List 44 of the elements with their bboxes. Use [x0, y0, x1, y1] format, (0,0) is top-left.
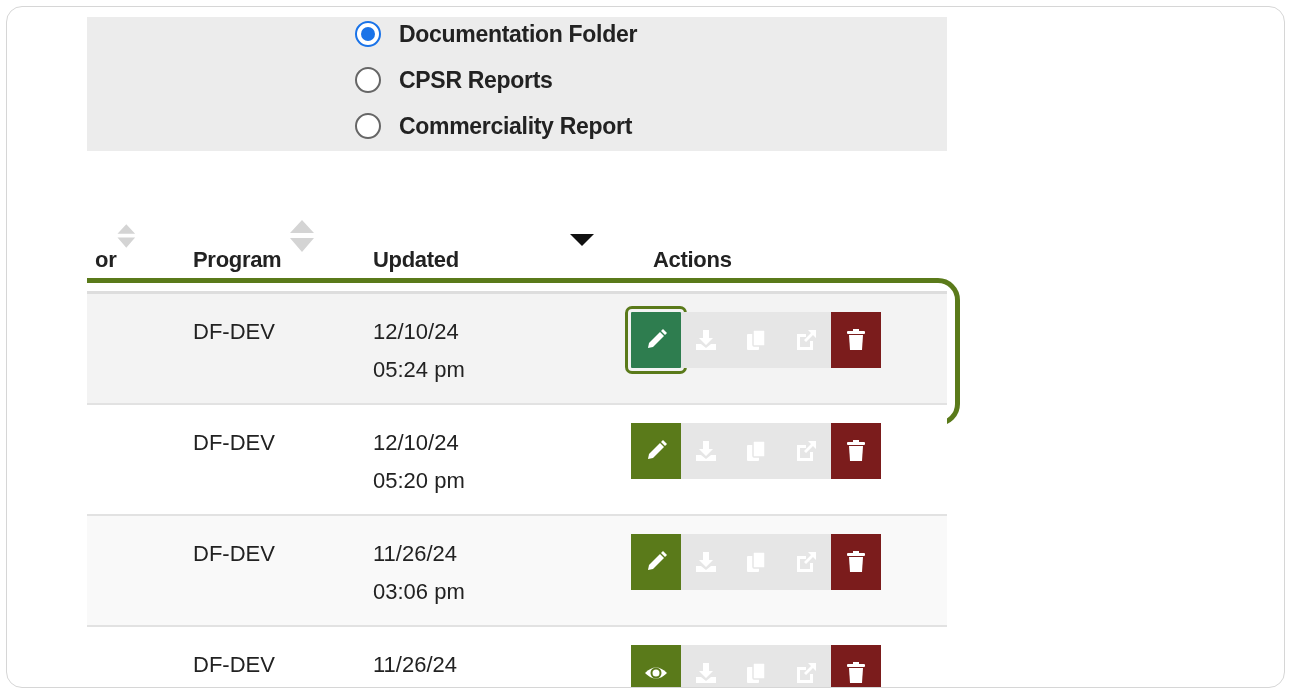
- copy-icon: [744, 550, 768, 574]
- delete-button[interactable]: [831, 423, 881, 479]
- date-text: 12/10/24: [373, 429, 459, 457]
- trash-icon: [844, 439, 868, 463]
- table-cell: DF-DEV: [193, 652, 275, 677]
- delete-button[interactable]: [831, 534, 881, 590]
- view-button[interactable]: [631, 645, 681, 687]
- column-header: or: [95, 247, 117, 273]
- trash-icon: [844, 661, 868, 685]
- delete-button[interactable]: [831, 312, 881, 368]
- external-link-icon: [794, 550, 818, 574]
- radio-button[interactable]: [355, 113, 381, 139]
- edit-button[interactable]: [631, 534, 681, 590]
- date-text: 12/10/24: [373, 318, 459, 346]
- date-text: 11/26/24: [373, 540, 457, 568]
- copy-icon: [744, 328, 768, 352]
- column-header: Updated: [373, 247, 459, 273]
- copy-icon: [744, 439, 768, 463]
- column-header: Actions: [653, 247, 732, 273]
- external-link-icon: [794, 661, 818, 685]
- trash-icon: [844, 328, 868, 352]
- table-cell: DF-DEV: [193, 430, 275, 455]
- external-link-icon: [794, 328, 818, 352]
- time-text: 05:20 pm: [373, 467, 465, 495]
- download-icon: [694, 328, 718, 352]
- delete-button[interactable]: [831, 645, 881, 687]
- radio-label: Documentation Folder: [399, 20, 638, 48]
- radio-label: CPSR Reports: [399, 66, 553, 94]
- radio-button[interactable]: [355, 67, 381, 93]
- table-cell: DF-DEV: [193, 541, 275, 566]
- time-text: 05:24 pm: [373, 356, 465, 384]
- radio-button[interactable]: [355, 21, 381, 47]
- external-link-icon: [794, 439, 818, 463]
- date-text: 11/26/24: [373, 651, 457, 679]
- download-icon: [694, 439, 718, 463]
- column-header: Program: [193, 247, 282, 273]
- download-icon: [694, 550, 718, 574]
- radio-label: Commerciality Report: [399, 112, 632, 140]
- copy-icon: [744, 661, 768, 685]
- trash-icon: [844, 550, 868, 574]
- edit-button[interactable]: [631, 423, 681, 479]
- download-icon: [694, 661, 718, 685]
- table-cell: DF-DEV: [193, 319, 275, 344]
- time-text: 03:06 pm: [373, 578, 465, 606]
